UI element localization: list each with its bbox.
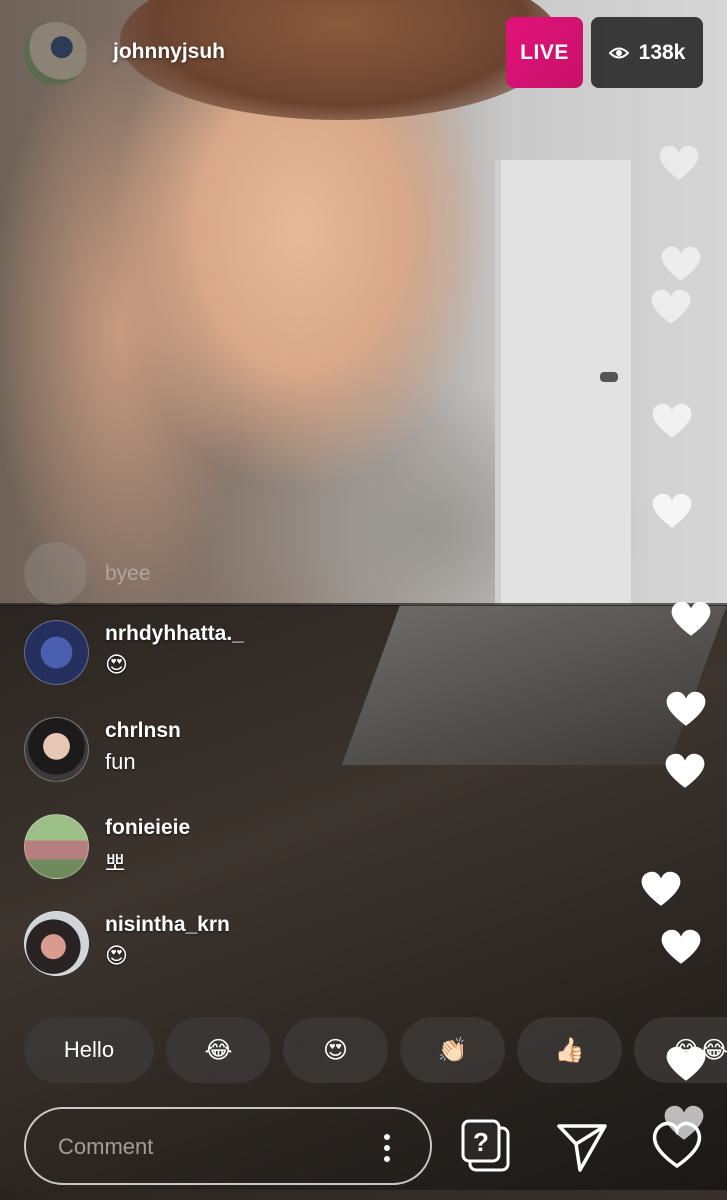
video-door-knob: [600, 372, 618, 382]
faded-comment: byee: [24, 542, 151, 605]
comment-text: 😍: [105, 652, 128, 677]
live-header: johnnyjsuh LIVE 138k: [0, 0, 727, 110]
list-item: nisintha_krn 😍: [24, 909, 444, 1006]
floating-heart-icon: [664, 1105, 704, 1140]
comment-text: 뽀: [105, 851, 126, 876]
host-avatar[interactable]: [24, 22, 87, 85]
comment-text: 😍: [105, 943, 128, 968]
eye-icon: [608, 47, 629, 58]
viewer-count: 138k: [638, 40, 686, 64]
comment-username[interactable]: nisintha_krn: [105, 913, 230, 937]
quick-reply-hello[interactable]: Hello: [24, 1017, 154, 1083]
floating-heart-icon: [661, 929, 701, 964]
floating-heart-icon: [652, 403, 692, 438]
avatar[interactable]: [24, 717, 89, 782]
list-item: fonieieie 뽀: [24, 812, 444, 909]
list-item: nrhdyhhatta._ 😍: [24, 618, 444, 715]
svg-text:?: ?: [473, 1127, 489, 1157]
question-sticker-icon[interactable]: ?: [460, 1118, 512, 1174]
floating-heart-icon: [651, 289, 691, 324]
comment-input[interactable]: [56, 1109, 380, 1185]
floating-heart-icon: [641, 871, 681, 906]
host-username[interactable]: johnnyjsuh: [113, 40, 225, 64]
quick-reply-clap[interactable]: 👏🏻: [400, 1017, 505, 1083]
avatar[interactable]: [24, 620, 89, 685]
faded-comment-text: byee: [105, 561, 151, 585]
quick-reply-thumbs-up[interactable]: 👍🏻: [517, 1017, 622, 1083]
avatar[interactable]: [24, 911, 89, 976]
floating-heart-icon: [666, 691, 706, 726]
floating-heart-icon: [661, 246, 701, 281]
quick-reply-laugh[interactable]: 😂: [166, 1017, 271, 1083]
floating-heart-icon: [652, 493, 692, 528]
floating-heart-icon: [666, 1046, 706, 1081]
avatar: [24, 542, 87, 605]
live-badge: LIVE: [506, 17, 583, 88]
floating-heart-icon: [671, 601, 711, 636]
video-background-door: [495, 160, 631, 605]
comment-composer: [24, 1107, 432, 1185]
comment-text: fun: [105, 749, 136, 774]
viewer-count-badge[interactable]: 138k: [591, 17, 703, 88]
quick-reply-heart-eyes[interactable]: 😍: [283, 1017, 388, 1083]
comment-username[interactable]: chrlnsn: [105, 719, 181, 743]
more-vertical-icon[interactable]: [384, 1133, 390, 1163]
floating-heart-icon: [665, 753, 705, 788]
avatar[interactable]: [24, 814, 89, 879]
comment-username[interactable]: nrhdyhhatta._: [105, 622, 244, 646]
list-item: chrlnsn fun: [24, 715, 444, 812]
floating-heart-icon: [659, 145, 699, 180]
send-icon[interactable]: [556, 1118, 608, 1174]
comment-list: nrhdyhhatta._ 😍 chrlnsn fun fonieieie 뽀 …: [24, 618, 444, 1006]
comment-username[interactable]: fonieieie: [105, 816, 190, 840]
